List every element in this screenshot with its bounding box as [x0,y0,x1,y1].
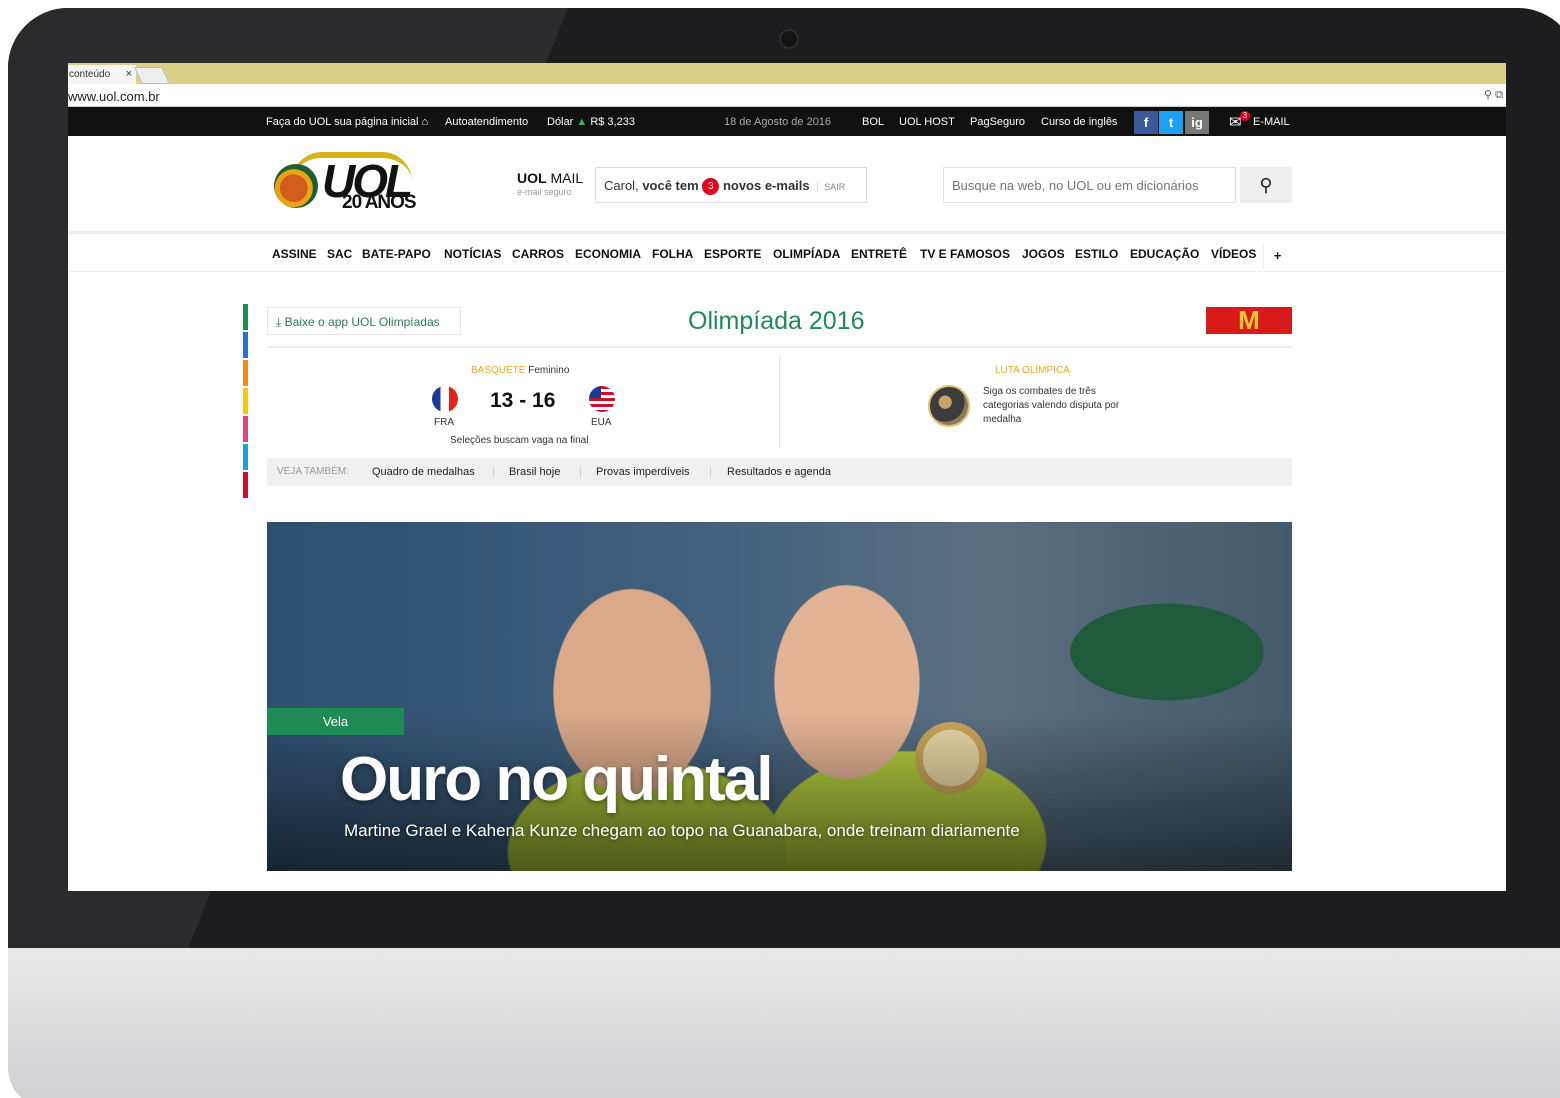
color-bar [243,388,248,414]
twitter-icon[interactable]: t [1159,111,1183,134]
mail-count-badge: 3 [702,178,720,195]
see-also-bar: VEJA TAMBÉM: Quadro de medalhas | Brasil… [267,458,1292,486]
usa-flag-icon [589,386,615,412]
search-input[interactable] [943,167,1236,203]
email-badge: 3 [1240,111,1250,121]
divider [779,356,780,448]
nav-item-bate-papo[interactable]: BATE-PAPO [362,247,431,261]
olympics-title: Olimpíada 2016 [688,307,865,335]
nav-item-assine[interactable]: ASSINE [272,247,317,261]
current-date: 18 de Agosto de 2016 [724,116,832,128]
nav-more-button[interactable]: + [1263,243,1291,269]
uol-top-bar: Faça do UOL sua página inicial ⌂ Autoate… [68,107,1506,136]
dollar-quote: Dólar ▲ R$ 3,233 [547,116,635,128]
match-category[interactable]: BASQUETE Feminino [471,365,569,376]
email-link[interactable]: E-MAIL [1253,116,1290,128]
main-nav: ASSINE SAC BATE-PAPO NOTÍCIAS CARROS ECO… [68,234,1506,272]
browser-tab[interactable]: conteúdo × [68,65,136,84]
separator: | [492,466,495,478]
separator: | [709,466,712,478]
hero-tag[interactable]: Vela [267,708,404,735]
address-bar[interactable]: www.uol.com.br ⚲ ⧉ [68,84,1506,107]
see-also-provas[interactable]: Provas imperdíveis [596,466,690,478]
logout-link[interactable]: SAIR [817,182,846,192]
download-icon: ⤓ [276,315,282,329]
nav-item-sac[interactable]: SAC [327,247,352,261]
nav-item-economia[interactable]: ECONOMIA [575,247,641,261]
browser-window: conteúdo × www.uol.com.br ⚲ ⧉ Faça do UO… [68,63,1506,891]
hero-shade [267,522,1292,871]
nav-item-jogos[interactable]: JOGOS [1022,247,1065,261]
uol-20-anos-logo[interactable]: UOL 20 ANOS [274,150,434,220]
mail-you-have: você tem [642,178,699,193]
color-bar [243,332,248,358]
see-also-resultados[interactable]: Resultados e agenda [727,466,831,478]
color-bar [243,416,248,442]
see-also-medalhas[interactable]: Quadro de medalhas [372,466,475,478]
mcdonalds-logo[interactable]: M [1206,307,1292,334]
nav-item-educacao[interactable]: EDUCAÇÃO [1130,247,1199,261]
facebook-icon[interactable]: f [1134,111,1158,134]
close-icon[interactable]: × [126,68,132,80]
divider [267,346,1292,348]
feature-text[interactable]: Siga os combates de três categorias vale… [983,385,1143,427]
link-bol[interactable]: BOL [862,116,884,128]
feature-category[interactable]: LUTA OLÍMPICA [995,365,1070,376]
monitor: conteúdo × www.uol.com.br ⚲ ⧉ Faça do UO… [0,0,1560,1098]
tab-title: conteúdo [69,69,111,80]
hero-headline[interactable]: Ouro no quintal [340,744,773,815]
mail-greeting: Carol, [604,178,639,193]
color-bar [243,472,248,498]
nav-item-carros[interactable]: CARROS [512,247,564,261]
color-bar [243,360,248,386]
color-bar [243,304,248,330]
nav-item-noticias[interactable]: NOTÍCIAS [444,247,501,261]
mail-new-label: novos e-mails [722,178,810,193]
instagram-icon[interactable]: ig [1185,111,1209,134]
team2-code: EUA [591,417,612,428]
olympic-color-bars [243,304,248,500]
link-pagseguro[interactable]: PagSeguro [970,116,1025,128]
link-curso-ingles[interactable]: Curso de inglês [1041,116,1117,128]
search-button[interactable]: ⚲ [1240,167,1292,203]
hero-subhead[interactable]: Martine Grael e Kahena Kunze chegam ao t… [344,821,1020,841]
search-icon: ⚲ [1259,175,1273,195]
wrestling-thumbnail[interactable] [928,385,970,427]
nav-item-tv-e-famosos[interactable]: TV E FAMOSOS [920,247,1010,261]
logo-ring-icon [274,164,318,208]
home-icon: ⌂ [421,116,429,128]
see-also-brasil-hoje[interactable]: Brasil hoje [509,466,560,478]
download-app-button[interactable]: ⤓ Baixe o app UOL Olimpíadas [267,307,461,335]
nav-item-olimpiada[interactable]: OLIMPÍADA [773,247,840,261]
see-also-label: VEJA TAMBÉM: [277,466,349,477]
new-tab-button[interactable] [134,67,170,84]
mail-notification-box[interactable]: Carol, você tem 3 novos e-mails SAIR [595,167,867,203]
tab-bar: conteúdo × [68,63,1506,84]
url-text: www.uol.com.br [68,89,160,104]
autoatendimento-link[interactable]: Autoatendimento [445,116,528,128]
camera-icon [779,29,799,49]
team1-code: FRA [434,417,454,428]
nav-item-entrete[interactable]: ENTRETÊ [851,247,907,261]
site-header: UOL 20 ANOS UOL MAIL e-mail seguro Carol… [68,136,1506,234]
nav-item-estilo[interactable]: ESTILO [1075,247,1118,261]
match-note[interactable]: Seleções buscam vaga na final [450,435,588,446]
homepage-link[interactable]: Faça do UOL sua página inicial ⌂ [266,116,428,128]
separator: | [579,466,582,478]
logo-anos: 20 ANOS [342,192,417,213]
hero-banner[interactable]: Vela Ouro no quintal Martine Grael e Kah… [267,522,1292,871]
nav-item-esporte[interactable]: ESPORTE [704,247,761,261]
nav-item-folha[interactable]: FOLHA [652,247,693,261]
arrow-up-icon: ▲ [576,116,588,128]
uol-mail-brand[interactable]: UOL MAIL e-mail seguro [517,170,583,197]
france-flag-icon [432,386,458,412]
toolbar-icons[interactable]: ⚲ ⧉ [1484,88,1503,102]
color-bar [243,444,248,470]
nav-item-videos[interactable]: VÍDEOS [1211,247,1256,261]
match-score[interactable]: 13 - 16 [490,389,555,413]
mail-subtitle: e-mail seguro [517,187,572,197]
monitor-chin [8,948,1560,1098]
link-uol-host[interactable]: UOL HOST [899,116,955,128]
